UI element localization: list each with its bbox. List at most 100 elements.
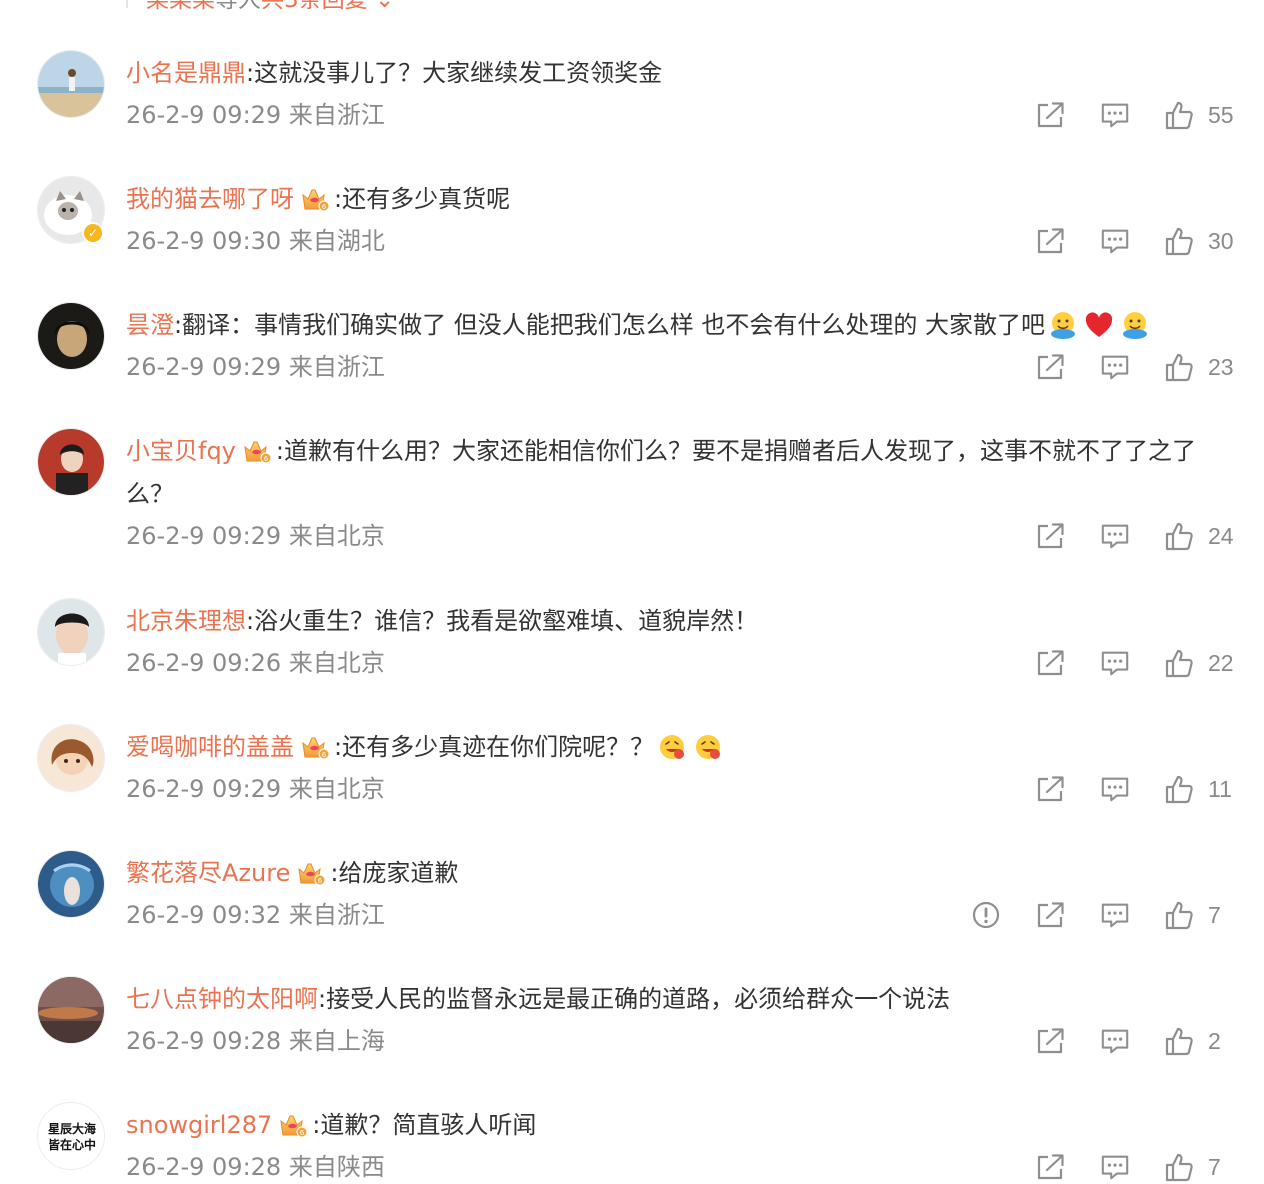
- thumbs-up-icon[interactable]: [1164, 226, 1194, 256]
- avatar[interactable]: [37, 724, 105, 792]
- username-link[interactable]: 七八点钟的太阳啊: [126, 985, 318, 1013]
- share-icon[interactable]: [1036, 775, 1066, 803]
- comment-icon[interactable]: [1100, 775, 1130, 803]
- username-link[interactable]: 小宝贝fqy: [126, 437, 236, 465]
- comment-icon[interactable]: [1100, 649, 1130, 677]
- username-separator: :: [334, 733, 343, 761]
- comment-content: 爱喝咖啡的盖盖 6:还有多少真迹在你们院呢？？: [126, 726, 1236, 769]
- vip-crown-icon[interactable]: 6: [300, 183, 330, 212]
- like-button[interactable]: 7: [1164, 900, 1236, 930]
- share-icon[interactable]: [1036, 649, 1066, 677]
- like-button[interactable]: 55: [1164, 100, 1236, 130]
- avatar[interactable]: 星辰大海 皆在心中: [37, 1102, 105, 1170]
- share-icon[interactable]: [1036, 1027, 1066, 1055]
- comment-meta: 26-2-9 09:29 来自北京: [126, 775, 385, 803]
- comment-timestamp: 26-2-9 09:29: [126, 522, 282, 550]
- avatar-text-line1: 星辰大海: [48, 1121, 96, 1136]
- comment-timestamp: 26-2-9 09:32: [126, 901, 282, 929]
- verified-badge-icon: ✓: [82, 222, 104, 244]
- vip-crown-icon[interactable]: 6: [300, 731, 330, 760]
- hug-emoji: [1120, 310, 1150, 340]
- yum-emoji: [693, 732, 723, 762]
- username-link[interactable]: 繁花落尽Azure: [126, 859, 290, 887]
- comment-meta: 26-2-9 09:32 来自浙江: [126, 901, 385, 929]
- avatar[interactable]: [37, 850, 105, 918]
- thumbs-up-icon[interactable]: [1164, 900, 1194, 930]
- comment-icon[interactable]: [1100, 227, 1130, 255]
- comment-icon[interactable]: [1100, 1027, 1130, 1055]
- comment-icon[interactable]: [1100, 522, 1130, 550]
- comment-meta: 26-2-9 09:29 来自北京: [126, 522, 385, 550]
- avatar[interactable]: [37, 976, 105, 1044]
- share-icon[interactable]: [1036, 522, 1066, 550]
- comment-timestamp: 26-2-9 09:29: [126, 353, 282, 381]
- username-link[interactable]: 昙澄: [126, 311, 174, 339]
- avatar[interactable]: [37, 428, 105, 496]
- avatar[interactable]: [37, 302, 105, 370]
- vip-crown-icon[interactable]: 6: [296, 857, 326, 886]
- comment-location: 来自湖北: [288, 227, 385, 255]
- report-icon[interactable]: [972, 901, 1000, 929]
- like-button[interactable]: 22: [1164, 648, 1236, 678]
- comment-timestamp: 26-2-9 09:29: [126, 101, 282, 129]
- username-separator: :: [174, 311, 183, 339]
- like-button[interactable]: 11: [1164, 774, 1236, 804]
- thumbs-up-icon[interactable]: [1164, 1026, 1194, 1056]
- username-separator: :: [318, 985, 327, 1013]
- username-link[interactable]: snowgirl287: [126, 1111, 272, 1139]
- username-link[interactable]: 小名是鼎鼎: [126, 59, 246, 87]
- comment-meta: 26-2-9 09:28 来自上海: [126, 1027, 385, 1055]
- thumbs-up-icon[interactable]: [1164, 1152, 1194, 1182]
- username-link[interactable]: 爱喝咖啡的盖盖: [126, 733, 294, 761]
- reply-summary-author[interactable]: 某某某: [146, 0, 215, 13]
- reply-summary-middle: 等人: [215, 0, 261, 13]
- like-button[interactable]: 24: [1164, 521, 1236, 551]
- comment-location: 来自上海: [288, 1027, 385, 1055]
- username-link[interactable]: 我的猫去哪了呀: [126, 185, 294, 213]
- comment-actions: 7: [1036, 1152, 1236, 1182]
- comment-timestamp: 26-2-9 09:28: [126, 1153, 282, 1181]
- username-link[interactable]: 北京朱理想: [126, 607, 246, 635]
- avatar[interactable]: [37, 598, 105, 666]
- like-button[interactable]: 30: [1164, 226, 1236, 256]
- share-icon[interactable]: [1036, 101, 1066, 129]
- thumbs-up-icon[interactable]: [1164, 521, 1194, 551]
- reply-summary-count[interactable]: 共3条回复: [261, 0, 368, 13]
- share-icon[interactable]: [1036, 227, 1066, 255]
- chevron-down-icon[interactable]: ⌄: [375, 0, 394, 13]
- avatar[interactable]: [37, 50, 105, 118]
- comment-content: 繁花落尽Azure 6:给庞家道歉: [126, 852, 1236, 895]
- comment-icon[interactable]: [1100, 901, 1130, 929]
- like-button[interactable]: 2: [1164, 1026, 1236, 1056]
- username-separator: :: [334, 185, 343, 213]
- thumbs-up-icon[interactable]: [1164, 774, 1194, 804]
- like-count: 55: [1208, 101, 1234, 128]
- vip-crown-icon[interactable]: 6: [242, 435, 272, 464]
- comment-actions: 11: [1036, 774, 1236, 804]
- share-icon[interactable]: [1036, 901, 1066, 929]
- share-icon[interactable]: [1036, 353, 1066, 381]
- comment-meta: 26-2-9 09:28 来自陕西: [126, 1153, 385, 1181]
- reply-summary[interactable]: 某某某等人共3条回复 ⌄: [146, 0, 394, 12]
- comment-icon[interactable]: [1100, 101, 1130, 129]
- comment-text: 浴火重生？谁信？我看是欲壑难填、道貌岸然！: [254, 607, 759, 635]
- comment-actions: 30: [1036, 226, 1236, 256]
- svg-text:6: 6: [322, 203, 327, 211]
- like-count: 7: [1208, 1153, 1221, 1180]
- share-icon[interactable]: [1036, 1153, 1066, 1181]
- comment-icon[interactable]: [1100, 1153, 1130, 1181]
- like-button[interactable]: 23: [1164, 352, 1236, 382]
- thumbs-up-icon[interactable]: [1164, 352, 1194, 382]
- comment-location: 来自浙江: [288, 901, 385, 929]
- thumbs-up-icon[interactable]: [1164, 648, 1194, 678]
- vip-crown-icon[interactable]: 6: [278, 1109, 308, 1138]
- comment-timestamp: 26-2-9 09:30: [126, 227, 282, 255]
- comment-text: 翻译：事情我们确实做了 但没人能把我们怎么样 也不会有什么处理的 大家散了吧: [182, 311, 1045, 339]
- like-count: 7: [1208, 901, 1221, 928]
- like-button[interactable]: 7: [1164, 1152, 1236, 1182]
- username-separator: :: [246, 607, 255, 635]
- comment-icon[interactable]: [1100, 353, 1130, 381]
- svg-text:6: 6: [264, 455, 269, 463]
- thumbs-up-icon[interactable]: [1164, 100, 1194, 130]
- comment-meta: 26-2-9 09:26 来自北京: [126, 649, 385, 677]
